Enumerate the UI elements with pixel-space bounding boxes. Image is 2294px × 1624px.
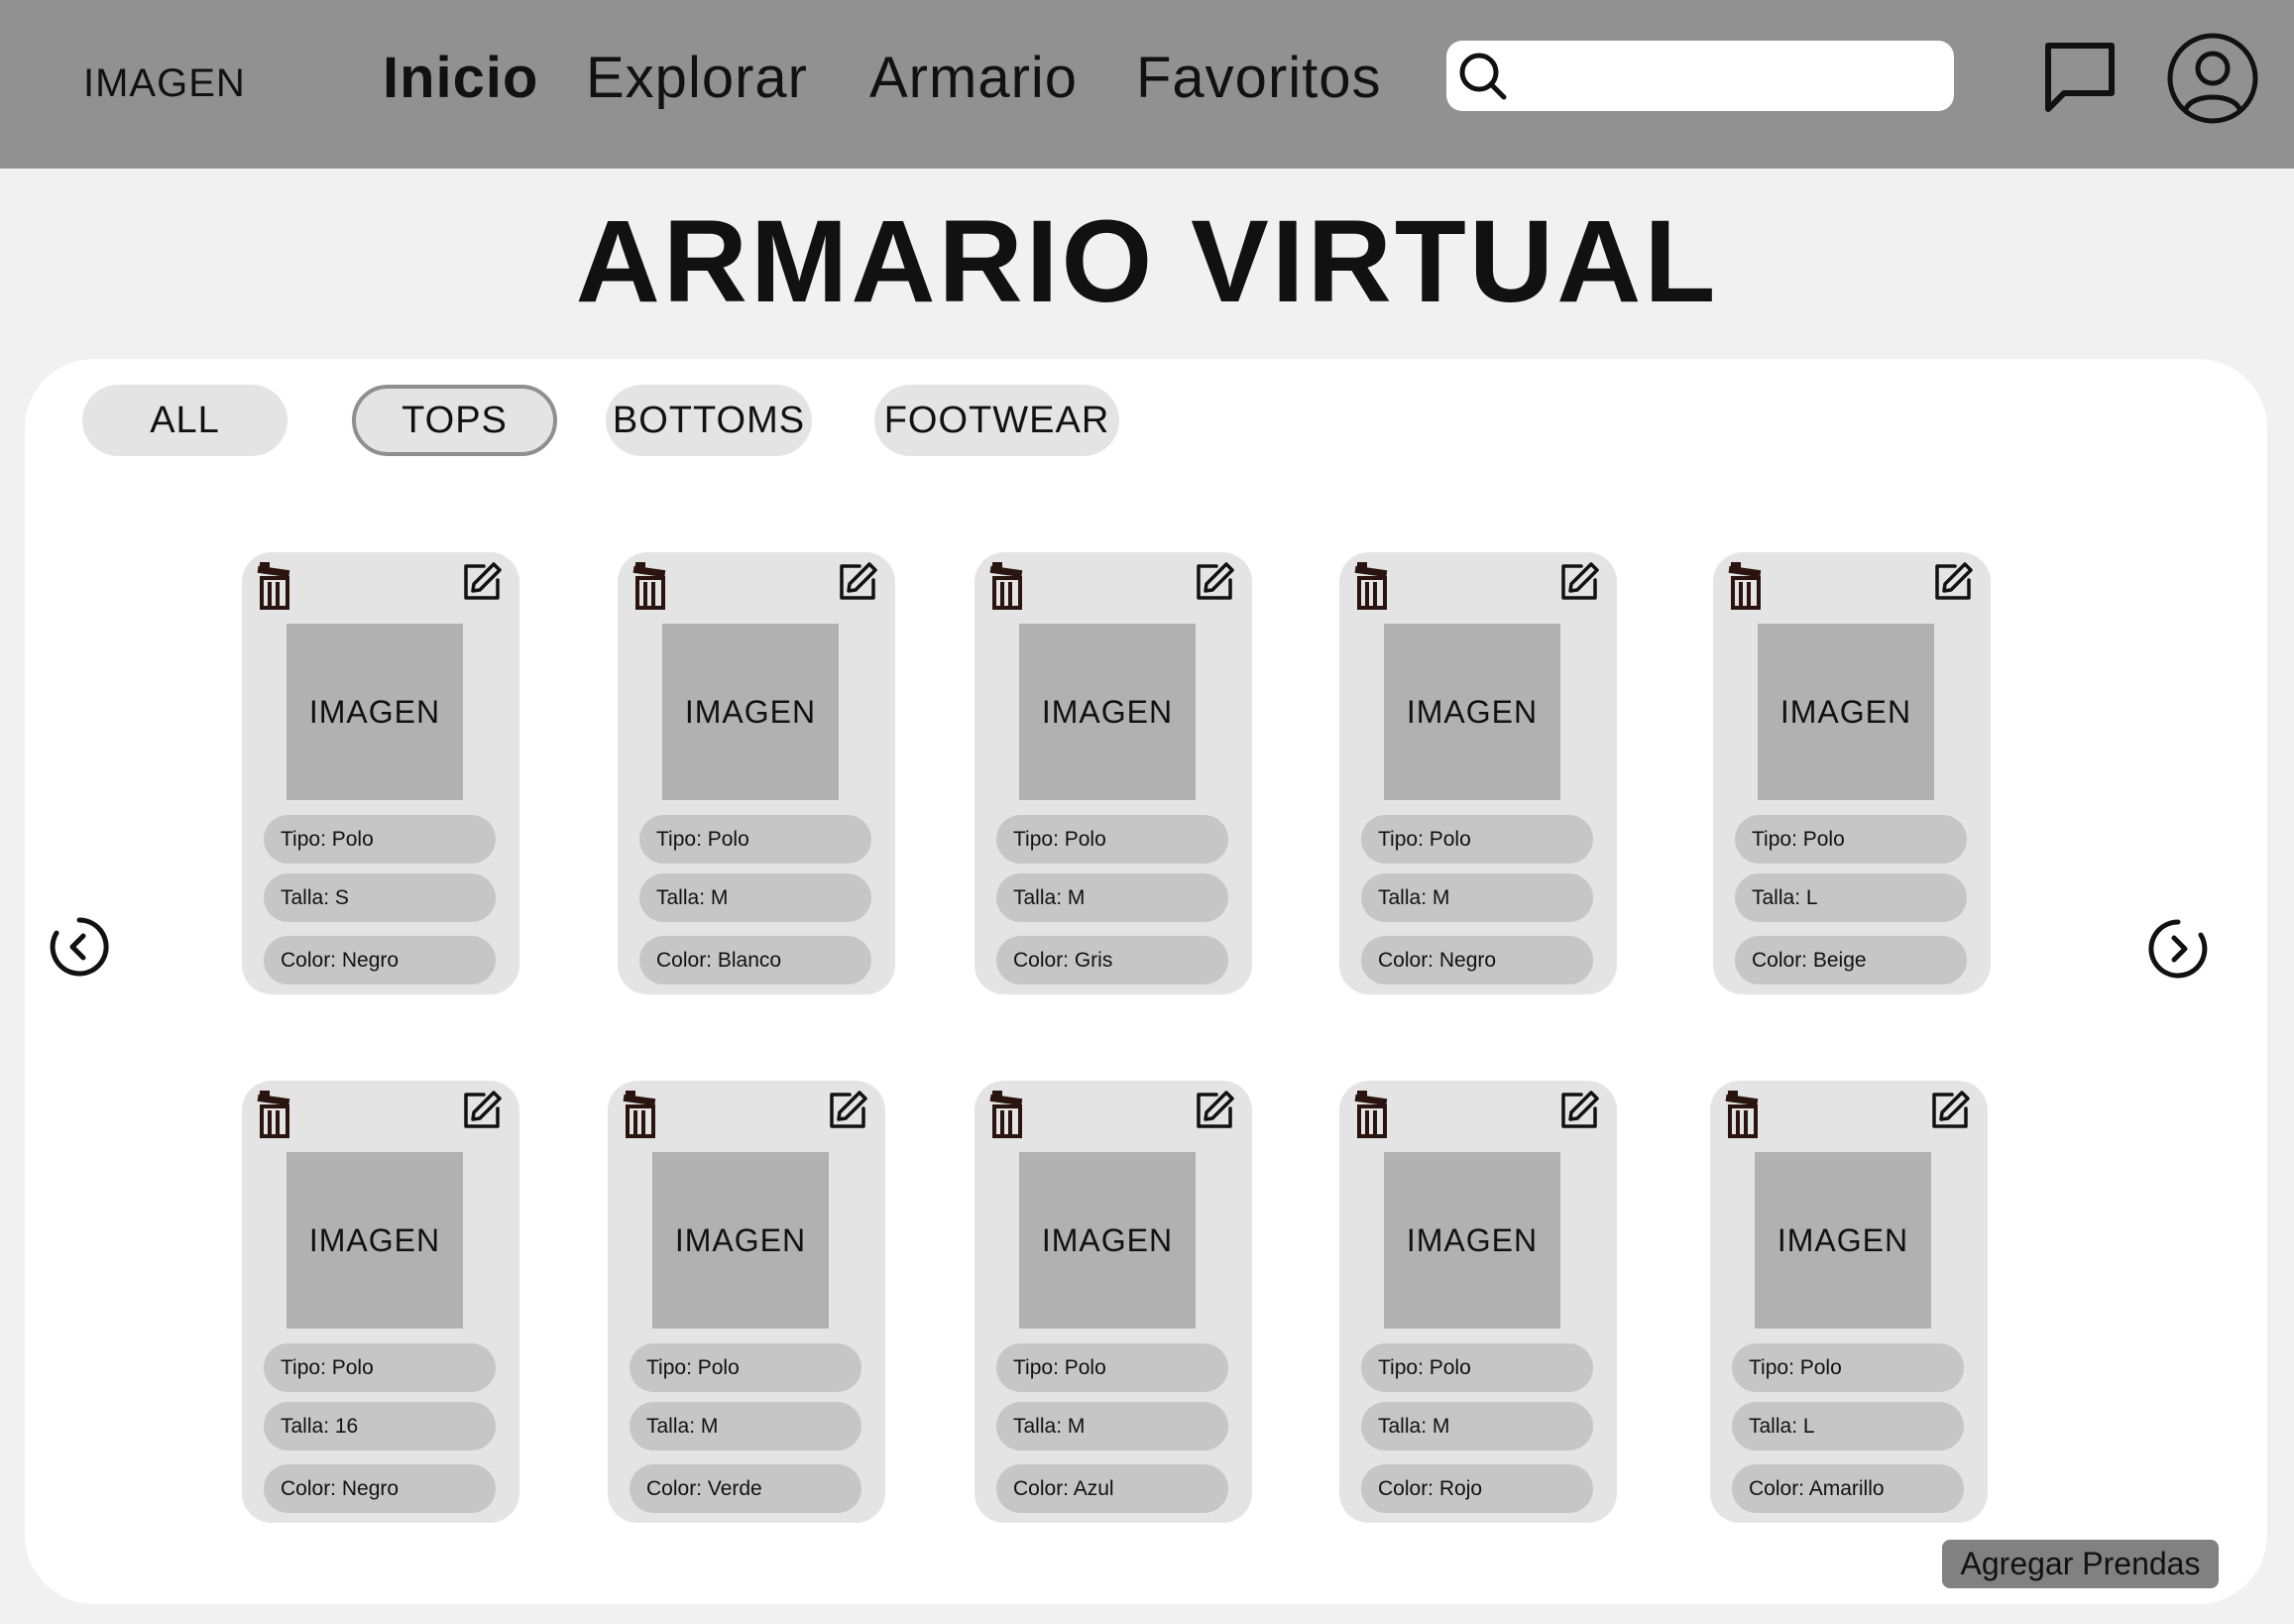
garment-card: IMAGEN Tipo: Polo Talla: M Color: Azul bbox=[975, 1081, 1252, 1523]
garment-card: IMAGEN Tipo: Polo Talla: L Color: Beige bbox=[1713, 552, 1991, 994]
garment-size: Talla: L bbox=[1735, 873, 1967, 922]
garment-type: Tipo: Polo bbox=[1361, 815, 1593, 864]
garment-card: IMAGEN Tipo: Polo Talla: M Color: Negro bbox=[1339, 552, 1617, 994]
garment-type: Tipo: Polo bbox=[1361, 1343, 1593, 1392]
garment-size: Talla: M bbox=[630, 1402, 861, 1450]
trash-icon[interactable] bbox=[631, 560, 671, 610]
garment-card: IMAGEN Tipo: Polo Talla: S Color: Negro bbox=[242, 552, 519, 994]
garment-color: Color: Negro bbox=[264, 1464, 496, 1513]
garment-type: Tipo: Polo bbox=[264, 1343, 496, 1392]
user-profile-icon[interactable] bbox=[2166, 32, 2259, 125]
garment-size: Talla: L bbox=[1732, 1402, 1964, 1450]
edit-icon[interactable] bbox=[1557, 560, 1601, 604]
nav-favoritos[interactable]: Favoritos bbox=[1136, 45, 1382, 111]
garment-type: Tipo: Polo bbox=[264, 815, 496, 864]
garment-image: IMAGEN bbox=[662, 624, 839, 800]
trash-icon[interactable] bbox=[1353, 560, 1393, 610]
garment-color: Color: Negro bbox=[264, 936, 496, 985]
edit-icon[interactable] bbox=[826, 1089, 869, 1132]
edit-icon[interactable] bbox=[1557, 1089, 1601, 1132]
garment-color: Color: Blanco bbox=[639, 936, 871, 985]
garment-size: Talla: M bbox=[1361, 1402, 1593, 1450]
search-input[interactable] bbox=[1518, 51, 1934, 100]
garment-color: Color: Beige bbox=[1735, 936, 1967, 985]
garment-color: Color: Gris bbox=[996, 936, 1228, 985]
top-bar: IMAGEN Inicio Explorar Armario Favoritos bbox=[0, 0, 2294, 169]
trash-icon[interactable] bbox=[1724, 1089, 1764, 1138]
garment-size: Talla: M bbox=[996, 873, 1228, 922]
nav-armario[interactable]: Armario bbox=[869, 45, 1078, 111]
edit-icon[interactable] bbox=[1928, 1089, 1972, 1132]
filter-bottoms[interactable]: BOTTOMS bbox=[606, 385, 812, 456]
garment-image: IMAGEN bbox=[287, 624, 463, 800]
trash-icon[interactable] bbox=[256, 560, 295, 610]
garment-image: IMAGEN bbox=[1019, 624, 1196, 800]
garment-size: Talla: M bbox=[639, 873, 871, 922]
garment-image: IMAGEN bbox=[652, 1152, 829, 1329]
nav-explorar[interactable]: Explorar bbox=[586, 45, 808, 111]
trash-icon[interactable] bbox=[622, 1089, 661, 1138]
garment-type: Tipo: Polo bbox=[639, 815, 871, 864]
garment-type: Tipo: Polo bbox=[630, 1343, 861, 1392]
nav-inicio[interactable]: Inicio bbox=[383, 45, 538, 111]
garment-card: IMAGEN Tipo: Polo Talla: M Color: Gris bbox=[975, 552, 1252, 994]
garment-card: IMAGEN Tipo: Polo Talla: M Color: Verde bbox=[608, 1081, 885, 1523]
trash-icon[interactable] bbox=[1727, 560, 1767, 610]
edit-icon[interactable] bbox=[460, 1089, 504, 1132]
garment-image: IMAGEN bbox=[1755, 1152, 1931, 1329]
garment-color: Color: Negro bbox=[1361, 936, 1593, 985]
garment-size: Talla: M bbox=[1361, 873, 1593, 922]
trash-icon[interactable] bbox=[1353, 1089, 1393, 1138]
edit-icon[interactable] bbox=[460, 560, 504, 604]
garment-size: Talla: M bbox=[996, 1402, 1228, 1450]
chat-icon[interactable] bbox=[2040, 40, 2120, 115]
filter-footwear[interactable]: FOOTWEAR bbox=[874, 385, 1119, 456]
garment-image: IMAGEN bbox=[1384, 1152, 1560, 1329]
chevron-left-circle-icon[interactable] bbox=[49, 916, 110, 978]
garment-type: Tipo: Polo bbox=[1732, 1343, 1964, 1392]
edit-icon[interactable] bbox=[1193, 1089, 1236, 1132]
garment-card: IMAGEN Tipo: Polo Talla: M Color: Rojo bbox=[1339, 1081, 1617, 1523]
garment-image: IMAGEN bbox=[1384, 624, 1560, 800]
search-bar bbox=[1446, 41, 1954, 111]
trash-icon[interactable] bbox=[988, 560, 1028, 610]
edit-icon[interactable] bbox=[836, 560, 879, 604]
logo[interactable]: IMAGEN bbox=[83, 61, 246, 106]
garment-size: Talla: S bbox=[264, 873, 496, 922]
garment-color: Color: Verde bbox=[630, 1464, 861, 1513]
garment-color: Color: Rojo bbox=[1361, 1464, 1593, 1513]
page-title: ARMARIO VIRTUAL bbox=[575, 196, 1719, 327]
garment-image: IMAGEN bbox=[287, 1152, 463, 1329]
edit-icon[interactable] bbox=[1193, 560, 1236, 604]
garment-type: Tipo: Polo bbox=[996, 815, 1228, 864]
garment-image: IMAGEN bbox=[1758, 624, 1934, 800]
filter-all[interactable]: ALL bbox=[82, 385, 287, 456]
garment-color: Color: Amarillo bbox=[1732, 1464, 1964, 1513]
garment-card: IMAGEN Tipo: Polo Talla: L Color: Amaril… bbox=[1710, 1081, 1988, 1523]
chevron-right-circle-icon[interactable] bbox=[2147, 918, 2209, 980]
garment-type: Tipo: Polo bbox=[1735, 815, 1967, 864]
filter-tops[interactable]: TOPS bbox=[352, 385, 557, 456]
garment-type: Tipo: Polo bbox=[996, 1343, 1228, 1392]
search-icon[interactable] bbox=[1456, 50, 1510, 103]
trash-icon[interactable] bbox=[256, 1089, 295, 1138]
garment-card: IMAGEN Tipo: Polo Talla: 16 Color: Negro bbox=[242, 1081, 519, 1523]
garment-color: Color: Azul bbox=[996, 1464, 1228, 1513]
trash-icon[interactable] bbox=[988, 1089, 1028, 1138]
edit-icon[interactable] bbox=[1931, 560, 1975, 604]
garment-size: Talla: 16 bbox=[264, 1402, 496, 1450]
garment-card: IMAGEN Tipo: Polo Talla: M Color: Blanco bbox=[618, 552, 895, 994]
garment-image: IMAGEN bbox=[1019, 1152, 1196, 1329]
add-garments-button[interactable]: Agregar Prendas bbox=[1942, 1540, 2219, 1588]
